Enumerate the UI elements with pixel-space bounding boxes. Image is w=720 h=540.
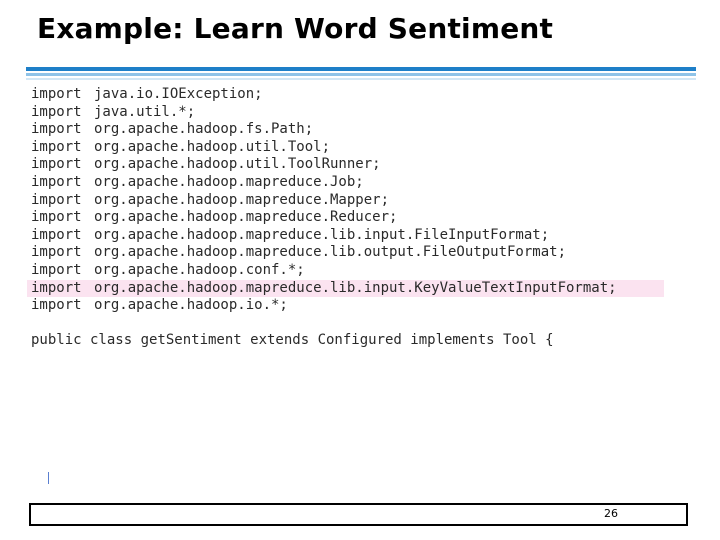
import-keyword: import xyxy=(31,191,82,208)
import-keyword: import xyxy=(31,226,82,243)
text-cursor xyxy=(48,472,49,484)
slide-title: Example: Learn Word Sentiment xyxy=(37,12,554,45)
import-target: java.util.*; xyxy=(94,103,196,120)
import-keyword: import xyxy=(31,103,82,120)
code-line-import: import org.apache.hadoop.mapreduce.lib.ou… xyxy=(31,244,664,262)
code-line-import: import org.apache.hadoop.mapreduce.Job; xyxy=(31,174,664,192)
code-line-import: import org.apache.hadoop.fs.Path; xyxy=(31,121,664,139)
import-target: org.apache.hadoop.mapreduce.Mapper; xyxy=(94,191,390,208)
page-number: 26 xyxy=(604,507,618,520)
import-target: java.io.IOException; xyxy=(94,86,263,102)
code-line-import: import java.util.*; xyxy=(31,104,664,122)
import-keyword: import xyxy=(31,297,82,314)
code-line-import: import org.apache.hadoop.util.Tool; xyxy=(31,139,664,157)
title-underline-rule xyxy=(26,67,696,71)
import-keyword: import xyxy=(31,121,82,138)
import-target: org.apache.hadoop.io.*; xyxy=(94,297,288,314)
code-line-import: import org.apache.hadoop.mapreduce.Mapper… xyxy=(31,192,664,210)
title-underline-rule-tertiary xyxy=(26,78,696,80)
code-line-import: import org.apache.hadoop.util.ToolRunner; xyxy=(31,156,664,174)
import-keyword: import xyxy=(31,86,82,102)
code-line-import: import java.io.IOException; xyxy=(31,86,664,104)
import-keyword: import xyxy=(31,279,82,296)
code-line-import: import org.apache.hadoop.mapreduce.Reduce… xyxy=(31,209,664,227)
code-line-import: import org.apache.hadoop.io.*; xyxy=(31,297,664,315)
import-keyword: import xyxy=(31,138,82,155)
import-keyword: import xyxy=(31,209,82,226)
code-line-import: import org.apache.hadoop.mapreduce.lib.in… xyxy=(31,227,664,245)
import-keyword: import xyxy=(31,244,82,261)
code-line-import: import org.apache.hadoop.conf.*; xyxy=(31,262,664,280)
import-target: org.apache.hadoop.mapreduce.lib.input.Fi… xyxy=(94,226,550,243)
import-target: org.apache.hadoop.util.ToolRunner; xyxy=(94,156,381,173)
code-line-class-declaration: public class getSentiment extends Config… xyxy=(31,332,554,349)
import-target: org.apache.hadoop.util.Tool; xyxy=(94,138,331,155)
import-keyword: import xyxy=(31,156,82,173)
import-target: org.apache.hadoop.mapreduce.lib.output.F… xyxy=(94,244,567,261)
import-keyword: import xyxy=(31,173,82,190)
import-target: org.apache.hadoop.fs.Path; xyxy=(94,121,314,138)
import-keyword: import xyxy=(31,261,82,278)
import-target: org.apache.hadoop.mapreduce.Job; xyxy=(94,173,364,190)
title-underline-rule-secondary xyxy=(26,73,696,76)
code-line-import-highlighted: import org.apache.hadoop.mapreduce.lib.in… xyxy=(27,279,664,298)
import-target: org.apache.hadoop.conf.*; xyxy=(94,261,305,278)
java-code-block: import java.io.IOException; import java.ut… xyxy=(27,86,664,350)
footer-bar xyxy=(29,503,688,526)
import-target: org.apache.hadoop.mapreduce.lib.input.Ke… xyxy=(94,279,617,296)
import-target: org.apache.hadoop.mapreduce.Reducer; xyxy=(94,209,398,226)
